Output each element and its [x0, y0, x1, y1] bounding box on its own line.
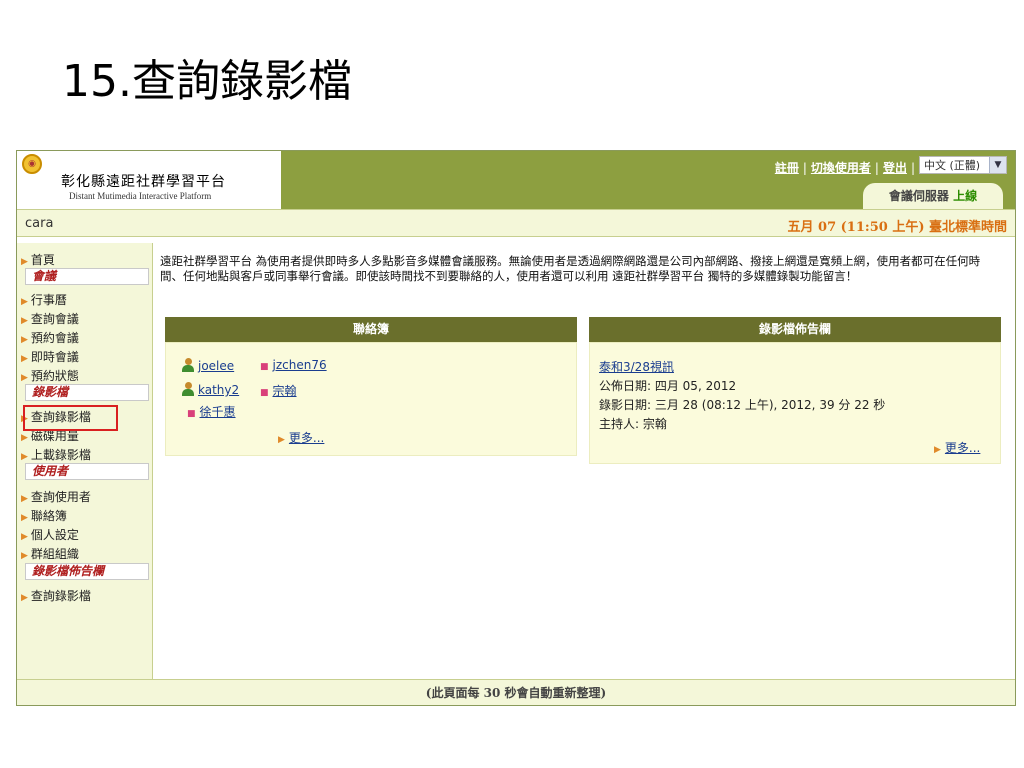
triangle-icon: ▶	[21, 532, 28, 542]
server-status: 上線	[953, 189, 978, 203]
recording-publish-date: 公佈日期: 四月 05, 2012	[599, 379, 737, 393]
contacts-more[interactable]: ▶ 更多...	[278, 429, 324, 446]
org-name: 彰化縣遠距社群學習平台	[61, 174, 226, 190]
sidebar-item-home[interactable]: ▶ 首頁	[21, 251, 55, 268]
contact-link[interactable]: 徐千惠	[200, 405, 236, 419]
sidebar: ▶ 首頁 會議 ▶ 行事曆 ▶ 查詢會議 ▶ 預約會議 ▶ 即時會議 ▶ 預約狀態 錄影檔 …	[17, 243, 153, 679]
contact-item[interactable]: joelee	[181, 358, 234, 373]
contact-item[interactable]: ■ 徐千惠	[187, 403, 236, 420]
sidebar-item-label: 查詢錄影檔	[30, 589, 91, 603]
sidebar-item-label: 群組組織	[30, 547, 79, 561]
bullet-icon: ■	[260, 388, 269, 398]
app-window: ◉ 彰化縣遠距社群學習平台 Distant Mutimedia Interact…	[16, 150, 1016, 706]
chevron-down-icon[interactable]: ▼	[989, 157, 1006, 173]
contacts-panel-header: 聯絡簿	[165, 317, 577, 342]
recording-link[interactable]: 泰和3/28視訊	[599, 360, 674, 374]
username: cara	[25, 216, 54, 231]
link-separator: |	[874, 161, 879, 175]
triangle-icon: ▶	[21, 593, 28, 603]
sidebar-item-upload-recording[interactable]: ▶ 上載錄影檔	[21, 446, 91, 463]
sidebar-item-personal-settings[interactable]: ▶ 個人設定	[21, 526, 79, 543]
triangle-icon: ▶	[21, 513, 28, 523]
slide-title: 15.查詢錄影檔	[62, 56, 352, 107]
triangle-icon: ▶	[21, 257, 28, 267]
triangle-icon: ▶	[21, 551, 28, 561]
sidebar-section-meeting: 會議	[25, 268, 149, 285]
triangle-icon: ▶	[278, 435, 285, 445]
person-icon	[181, 382, 195, 396]
header-bar: ◉ 彰化縣遠距社群學習平台 Distant Mutimedia Interact…	[17, 151, 1015, 209]
language-select[interactable]: 中文 (正體) ▼	[919, 156, 1007, 174]
org-subtitle: Distant Mutimedia Interactive Platform	[69, 191, 212, 201]
sidebar-item-label: 個人設定	[30, 528, 79, 542]
server-label: 會議伺服器	[888, 189, 949, 203]
sidebar-item-label: 查詢使用者	[30, 490, 91, 504]
sidebar-item-label: 預約狀態	[30, 369, 79, 383]
contact-link[interactable]: jzchen76	[273, 358, 327, 372]
recording-title[interactable]: 泰和3/28視訊	[599, 358, 674, 375]
intro-text: 遠距社群學習平台 為使用者提供即時多人多點影音多媒體會議服務。無論使用者是透過網…	[160, 254, 981, 283]
recording-more[interactable]: ▶ 更多...	[934, 439, 980, 456]
user-bar: cara 五月 07 (11:50 上午) 臺北標準時間	[17, 209, 1015, 237]
sidebar-item-group-org[interactable]: ▶ 群組組織	[21, 545, 79, 562]
contact-link[interactable]: joelee	[198, 359, 234, 373]
more-link[interactable]: 更多...	[289, 431, 324, 445]
emblem-icon: ◉	[22, 154, 42, 174]
switch-user-link[interactable]: 切換使用者	[811, 161, 871, 175]
register-link[interactable]: 註冊	[775, 161, 799, 175]
triangle-icon: ▶	[21, 494, 28, 504]
more-link[interactable]: 更多...	[945, 441, 980, 455]
sidebar-section-recording: 錄影檔	[25, 384, 149, 401]
recording-panel-header: 錄影檔佈告欄	[589, 317, 1001, 342]
sidebar-section-board: 錄影檔佈告欄	[25, 563, 149, 580]
triangle-icon: ▶	[21, 373, 28, 383]
sidebar-item-calendar[interactable]: ▶ 行事曆	[21, 291, 67, 308]
link-separator: |	[910, 161, 915, 175]
sidebar-item-board-query[interactable]: ▶ 查詢錄影檔	[21, 587, 91, 604]
logout-link[interactable]: 登出	[883, 161, 907, 175]
language-value: 中文 (正體)	[924, 159, 981, 172]
triangle-icon: ▶	[21, 452, 28, 462]
sidebar-item-label: 聯絡簿	[30, 509, 67, 523]
contact-item[interactable]: ■ jzchen76	[260, 358, 327, 372]
refresh-notice: (此頁面每 30 秒會自動重新整理)	[17, 679, 1015, 705]
sidebar-item-query-meeting[interactable]: ▶ 查詢會議	[21, 310, 79, 327]
triangle-icon: ▶	[21, 335, 28, 345]
recording-record-date: 錄影日期: 三月 28 (08:12 上午), 2012, 39 分 22 秒	[599, 398, 886, 412]
sidebar-item-label: 即時會議	[30, 350, 79, 364]
link-separator: |	[802, 161, 807, 175]
sidebar-item-query-user[interactable]: ▶ 查詢使用者	[21, 488, 91, 505]
sidebar-item-label: 首頁	[30, 253, 55, 267]
server-status-tab: 會議伺服器 上線	[863, 183, 1003, 209]
sidebar-section-user: 使用者	[25, 463, 149, 480]
sidebar-item-label: 磁碟用量	[30, 429, 79, 443]
sidebar-item-label: 上載錄影檔	[30, 448, 91, 462]
person-icon	[181, 358, 195, 372]
triangle-icon: ▶	[21, 297, 28, 307]
highlight-box	[23, 405, 118, 431]
datetime: 五月 07 (11:50 上午) 臺北標準時間	[787, 220, 1007, 235]
contact-item[interactable]: kathy2	[181, 382, 239, 397]
triangle-icon: ▶	[21, 433, 28, 443]
logo-area: ◉ 彰化縣遠距社群學習平台 Distant Mutimedia Interact…	[17, 151, 281, 209]
triangle-icon: ▶	[934, 445, 941, 455]
sidebar-item-label: 查詢會議	[30, 312, 79, 326]
recording-host: 主持人: 宗翰	[599, 417, 667, 431]
sidebar-item-booking-status[interactable]: ▶ 預約狀態	[21, 367, 79, 384]
contact-link[interactable]: 宗翰	[273, 384, 297, 398]
bullet-icon: ■	[260, 362, 269, 372]
triangle-icon: ▶	[21, 316, 28, 326]
sidebar-item-contacts[interactable]: ▶ 聯絡簿	[21, 507, 67, 524]
contact-item[interactable]: ■ 宗翰	[260, 382, 297, 399]
triangle-icon: ▶	[21, 354, 28, 364]
bullet-icon: ■	[187, 409, 196, 419]
sidebar-item-book-meeting[interactable]: ▶ 預約會議	[21, 329, 79, 346]
top-links: 註冊 | 切換使用者 | 登出 |	[775, 159, 919, 176]
sidebar-item-label: 預約會議	[30, 331, 79, 345]
sidebar-item-instant-meeting[interactable]: ▶ 即時會議	[21, 348, 79, 365]
contact-link[interactable]: kathy2	[198, 383, 239, 397]
sidebar-item-label: 行事曆	[30, 293, 67, 307]
